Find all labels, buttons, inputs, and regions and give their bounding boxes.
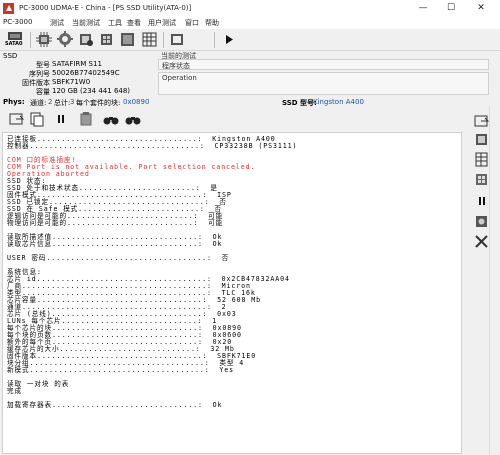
menu-test[interactable]: 测试	[50, 18, 64, 28]
play-button[interactable]	[220, 31, 238, 48]
block-value: 0x0890	[123, 98, 150, 106]
program-status-label: 程序状态	[162, 62, 190, 70]
export-icon	[9, 113, 25, 125]
channel-value: 2	[48, 98, 53, 106]
copy-icon	[30, 112, 44, 127]
gear-chip-button[interactable]	[56, 31, 74, 48]
sata0-button[interactable]: SATA0	[4, 31, 26, 48]
vertical-scrollbar[interactable]	[489, 107, 500, 455]
log-line: 完成	[7, 387, 22, 395]
app-icon	[3, 3, 14, 14]
menu-window[interactable]: 窗口	[185, 18, 199, 28]
block-label: 每个套件的块:	[76, 99, 121, 107]
chip-icon	[36, 32, 52, 47]
table-button[interactable]	[141, 31, 159, 48]
serial-value: 50026B77402549C	[52, 69, 120, 77]
toolbar-separator	[163, 32, 164, 48]
title-bar: PC-3000 UDMA-E - China - [PS SSD Utility…	[0, 0, 500, 17]
main-toolbar: SATA0	[0, 29, 500, 51]
pause-button[interactable]	[52, 111, 70, 128]
module-chip-icon	[101, 34, 112, 45]
toolbar-separator	[214, 32, 215, 48]
chip-grid-icon	[121, 33, 134, 46]
capacity-value: 120 GB (234 441 648)	[52, 87, 131, 95]
window-title: PC-3000 UDMA-E - China - [PS SSD Utility…	[19, 4, 192, 12]
toolbar-separator	[30, 32, 31, 48]
log-line: 新模式....................................:…	[7, 366, 235, 374]
phys-status-bar: Phys: 通道: 2 总计: 3 每个套件的块: 0x0890 SSD 型号:…	[0, 96, 500, 107]
menu-pc3000[interactable]: PC-3000	[3, 18, 32, 26]
log-panel[interactable]: 已连接板.................................: K…	[2, 132, 462, 454]
copy-button[interactable]	[28, 111, 46, 128]
module-chip-button[interactable]	[98, 31, 116, 48]
menu-tools[interactable]: 工具	[108, 18, 122, 28]
model-value: SATAFIRM S11	[52, 60, 102, 68]
table-icon	[142, 32, 157, 47]
menu-bar: PC-3000 测试 当前测试 工具 查看 用户测试 窗口 帮助	[0, 17, 500, 29]
find-button[interactable]	[102, 111, 120, 128]
log-line: 读取芯片信息..............................: Ok	[7, 240, 223, 248]
close-button[interactable]: ✕	[470, 1, 492, 16]
chip-add-button[interactable]	[168, 31, 186, 48]
chip-button[interactable]	[35, 31, 53, 48]
menu-view[interactable]: 查看	[127, 18, 141, 28]
binoculars-next-icon	[125, 117, 141, 125]
chip-grid-button[interactable]	[119, 31, 137, 48]
log-toolbar	[0, 108, 465, 130]
log-line: 加载寄存器表..............................: Ok	[7, 401, 223, 409]
settings-chip-icon	[80, 34, 93, 46]
menu-user-test[interactable]: 用户测试	[148, 18, 176, 28]
find-next-button[interactable]	[124, 111, 142, 128]
binoculars-icon	[103, 117, 119, 125]
clipboard-icon	[80, 112, 92, 126]
firmware-value: SBFK71W0	[52, 78, 91, 86]
ssd-model-label: SSD 型号:	[282, 99, 317, 107]
operation-label: Operation	[162, 74, 197, 82]
log-line: 控制器...................................: …	[7, 142, 298, 150]
gear-chip-icon	[57, 31, 73, 47]
ssd-section-label: SSD	[3, 52, 18, 60]
export-button[interactable]	[8, 111, 26, 128]
operation-box: Operation	[158, 72, 489, 95]
menu-help[interactable]: 帮助	[205, 18, 219, 28]
program-status-box: 程序状态	[158, 59, 489, 70]
ssd-model-value: Kingston A400	[313, 98, 364, 106]
total-value: 3	[70, 98, 75, 106]
channel-label: 通道:	[30, 99, 47, 107]
chip-add-icon	[171, 34, 183, 45]
ssd-info-area: SSD 型号 SATAFIRM S11 序列号 50026B77402549C …	[0, 51, 500, 96]
phys-label: Phys:	[3, 98, 25, 106]
play-icon	[226, 35, 233, 44]
minimize-button[interactable]: —	[412, 1, 434, 16]
sata0-label: SATA0	[5, 41, 23, 47]
pause-icon	[58, 115, 64, 123]
total-label: 总计:	[54, 99, 71, 107]
maximize-button[interactable]: ☐	[440, 1, 462, 16]
settings-chip-button[interactable]	[77, 31, 95, 48]
log-line: 物理访问是可能的..........................: 可能	[7, 219, 224, 227]
menu-current-test[interactable]: 当前测试	[72, 18, 100, 28]
log-line: USER 密码.................................…	[7, 254, 230, 262]
stop-button[interactable]	[77, 111, 95, 128]
